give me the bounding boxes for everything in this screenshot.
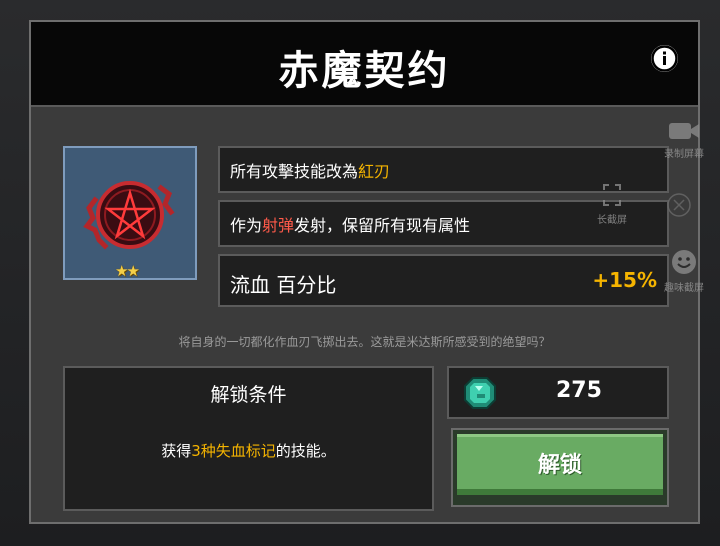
gem-icon	[464, 377, 496, 409]
effect-line-1-highlight: 紅刃	[358, 161, 391, 181]
unlock-condition-text: 获得3种失血标记的技能。	[65, 440, 432, 461]
rarity-stars: ★★	[115, 262, 140, 280]
record-screen-label: 录制屏幕	[664, 149, 704, 160]
info-icon	[651, 45, 678, 72]
unlock-text-highlight: 失血标记	[215, 442, 276, 460]
long-screenshot-icon	[603, 184, 621, 206]
unlock-condition-panel: 解锁条件 获得3种失血标记的技能。	[63, 366, 434, 511]
stat-value: +15%	[592, 268, 657, 292]
long-screenshot-label: 长截屏	[597, 215, 627, 226]
video-camera-icon	[669, 123, 699, 139]
dialog-title: 赤魔契约	[278, 48, 451, 94]
effect-line-1-text: 所有攻擊技能改為	[230, 161, 359, 181]
unlock-text-suffix: 的技能。	[275, 442, 336, 460]
stat-name: 流血 百分比	[230, 273, 337, 297]
stat-bonus-row: 流血 百分比 +15%	[218, 254, 669, 307]
fun-screenshot-shortcut[interactable]: 趣味截屏	[652, 248, 716, 294]
overlay-close-button[interactable]	[664, 192, 694, 221]
unlock-button[interactable]: 解锁	[451, 428, 669, 507]
skill-dialog: 赤魔契约 ★★ 所有攻擊技能改為 紅刃 作为 射弹 发射，保留所有现有属性 流血 百分…	[29, 20, 700, 524]
cost-value: 275	[556, 378, 602, 403]
flavor-text: 将自身的一切都化作血刃飞掷出去。这就是米达斯所感受到的绝望吗？	[178, 335, 551, 349]
unlock-text-count: 3种	[191, 442, 216, 460]
effect-line-2-highlight: 射弹	[262, 215, 295, 235]
unlock-condition-title: 解锁条件	[210, 384, 287, 406]
effect-line-2-suffix: 发射，保留所有现有属性	[294, 215, 471, 235]
record-screen-shortcut[interactable]: 录制屏幕	[652, 120, 716, 160]
unlock-button-label: 解锁	[457, 434, 663, 495]
dialog-header: 赤魔契约	[31, 22, 698, 107]
close-icon	[667, 193, 691, 217]
unlock-text-prefix: 获得	[161, 442, 192, 460]
item-icon-frame: ★★	[63, 146, 197, 280]
fun-screenshot-label: 趣味截屏	[664, 283, 704, 294]
smiley-icon	[672, 250, 696, 274]
info-button[interactable]	[651, 45, 678, 72]
effect-line-2-prefix: 作为	[230, 215, 263, 235]
pentagram-icon	[83, 181, 175, 250]
long-screenshot-shortcut[interactable]: 长截屏	[590, 182, 634, 226]
